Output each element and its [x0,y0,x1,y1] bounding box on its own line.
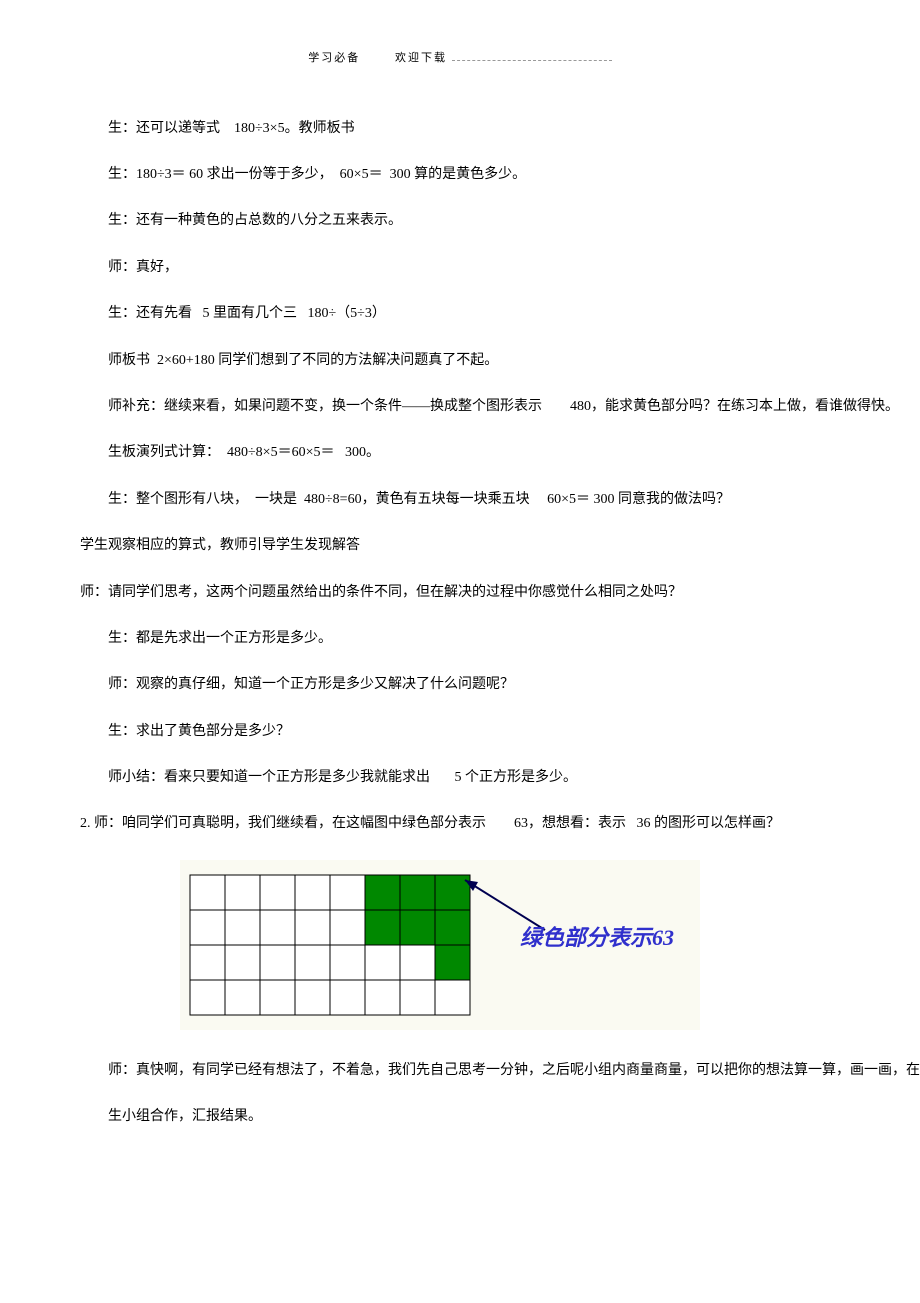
grid-cell [400,910,435,945]
paragraph-7: 师补充：继续来看，如果问题不变，换一个条件——换成整个图形表示 480，能求黄色… [80,396,840,418]
grid-cell [260,875,295,910]
paragraph-18: 生小组合作，汇报结果。 [80,1106,840,1128]
page-header: 学习必备 欢迎下载 [80,50,840,68]
paragraph-8: 生板演列式计算： 480÷8×5＝60×5＝ 300。 [80,442,840,464]
paragraph-12: 生：都是先求出一个正方形是多少。 [80,628,840,650]
grid-cell [295,945,330,980]
grid-cell [260,945,295,980]
grid-cell [295,875,330,910]
header-underline [452,60,612,61]
paragraph-16: 2. 师：咱同学们可真聪明，我们继续看，在这幅图中绿色部分表示 63，想想看：表… [80,813,840,835]
grid-cell [365,875,400,910]
paragraph-2: 生：180÷3＝ 60 求出一份等于多少， 60×5＝ 300 算的是黄色多少。 [80,164,840,186]
grid-cell [365,910,400,945]
paragraph-17: 师：真快啊，有同学已经有想法了，不着急，我们先自己思考一分钟，之后呢小组内商量商… [80,1060,840,1082]
paragraph-3: 生：还有一种黄色的占总数的八分之五来表示。 [80,210,840,232]
grid-cell [260,910,295,945]
grid-cell [400,980,435,1015]
paragraph-14: 生：求出了黄色部分是多少？ [80,721,840,743]
paragraph-10: 学生观察相应的算式，教师引导学生发现解答 [80,535,840,557]
grid-cell [295,910,330,945]
grid-cell [435,980,470,1015]
grid-cell [225,945,260,980]
grid-cell [435,945,470,980]
paragraph-6: 师板书 2×60+180 同学们想到了不同的方法解决问题真了不起。 [80,350,840,372]
header-right-text: 欢迎下载 [395,50,447,68]
paragraph-15: 师小结：看来只要知道一个正方形是多少我就能求出 5 个正方形是多少。 [80,767,840,789]
grid-cell [225,875,260,910]
grid-cell [435,875,470,910]
grid-cell [435,910,470,945]
grid-cell [190,945,225,980]
grid-cell [330,910,365,945]
grid-chart: 绿色部分表示63 [180,860,840,1030]
chart-label-text: 绿色部分表示63 [520,925,674,950]
grid-cell [400,945,435,980]
grid-cell [400,875,435,910]
grid-svg: 绿色部分表示63 [180,860,700,1030]
grid-cells-group [190,875,470,1015]
grid-cell [225,980,260,1015]
paragraph-5: 生：还有先看 5 里面有几个三 180÷（5÷3） [80,303,840,325]
grid-cell [190,910,225,945]
paragraph-1: 生：还可以递等式 180÷3×5。教师板书 [80,118,840,140]
grid-cell [260,980,295,1015]
grid-cell [365,980,400,1015]
grid-cell [190,980,225,1015]
grid-cell [225,910,260,945]
paragraph-4: 师：真好， [80,257,840,279]
paragraph-13: 师：观察的真仔细，知道一个正方形是多少又解决了什么问题呢？ [80,674,840,696]
grid-cell [365,945,400,980]
grid-cell [330,875,365,910]
grid-cell [330,980,365,1015]
grid-cell [190,875,225,910]
grid-cell [295,980,330,1015]
paragraph-9: 生：整个图形有八块， 一块是 480÷8=60，黄色有五块每一块乘五块 60×5… [80,489,840,511]
header-left-text: 学习必备 [308,50,360,68]
paragraph-11: 师：请同学们思考，这两个问题虽然给出的条件不同，但在解决的过程中你感觉什么相同之… [80,582,840,604]
grid-cell [330,945,365,980]
